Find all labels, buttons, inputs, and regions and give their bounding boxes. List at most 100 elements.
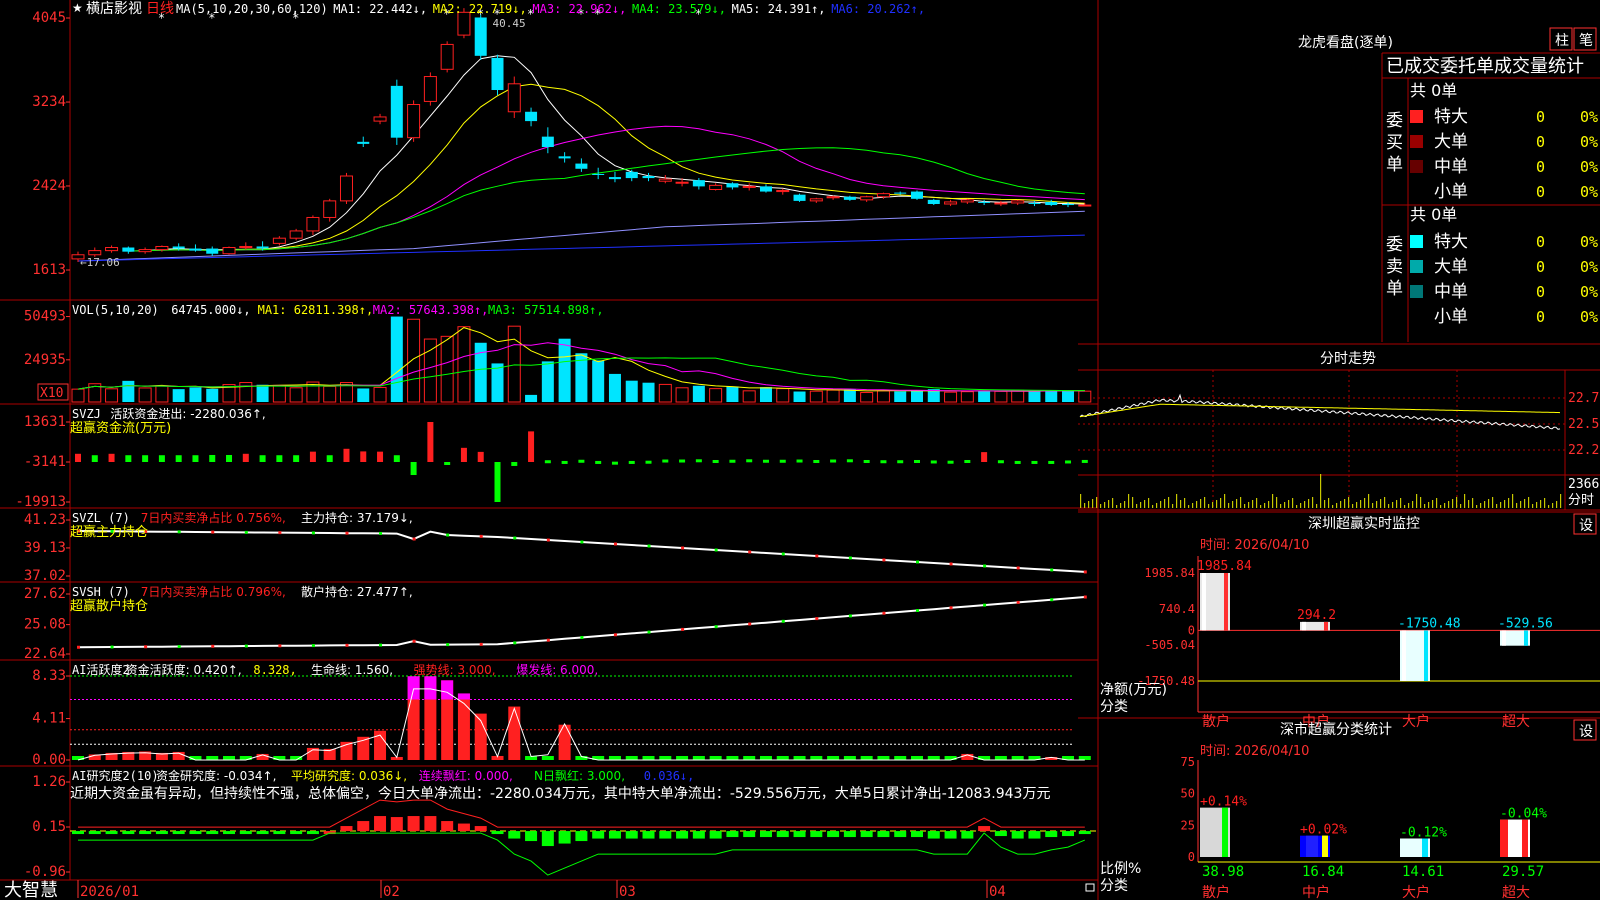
intraday-vol-bar <box>1512 494 1514 508</box>
intraday-vol-bar <box>1268 501 1270 508</box>
classify-bar-edge2 <box>1322 835 1328 857</box>
ai2-bar-neg <box>525 831 538 842</box>
ma-value: MA6: 20.262↑, <box>831 2 925 16</box>
svzj-bar-neg <box>209 454 216 462</box>
svzl-hold-tick <box>446 533 450 537</box>
ai2-bar-neg <box>843 831 856 838</box>
vol-bar-down <box>608 373 621 402</box>
svsh-hold-tick <box>1016 600 1020 604</box>
buy-row-name: 特大 <box>1434 107 1468 127</box>
intraday-vol-bar <box>1400 498 1402 508</box>
intraday-vol-bar <box>1288 500 1290 508</box>
ai2-bar-neg <box>256 831 269 835</box>
market-chart-canvas[interactable]: * * * * * * * * * *40.45←17.06★ 横店影视 日线 MA(5,10,20,3… <box>0 0 1600 900</box>
intraday-vol-bar <box>1472 498 1474 508</box>
candle-up <box>323 200 337 218</box>
vol-bar-up <box>457 326 471 403</box>
buy-row-name: 中单 <box>1434 157 1468 177</box>
classify-ylabel: 比例% <box>1100 861 1141 877</box>
candle-up <box>809 198 823 202</box>
sell-row-count: 0 <box>1536 308 1545 326</box>
candle-up <box>105 247 119 252</box>
intraday-vol-bar <box>1248 502 1250 508</box>
intraday-vol-bar <box>1424 504 1426 508</box>
vol-bar-up <box>742 390 756 403</box>
vol-bar-down <box>390 316 403 402</box>
vol-bar-down <box>558 338 571 402</box>
intraday-vol-bar <box>1524 499 1526 508</box>
vol-bar-up <box>826 389 840 403</box>
dragon-title: 龙虎看盘(逐单) <box>1298 34 1393 51</box>
svzl-hold-tick <box>1050 568 1054 572</box>
svsh-hold-tick <box>983 603 987 607</box>
vol-bar-up <box>658 383 672 403</box>
ai2-bar-neg <box>1028 831 1041 839</box>
star-icon: ★ <box>72 1 83 15</box>
candle-up <box>407 104 421 139</box>
intraday-vol-bar <box>1280 504 1282 508</box>
sell-row-swatch <box>1410 235 1423 248</box>
intraday-vol-bar <box>1464 494 1466 508</box>
svzj-bar-pos <box>981 452 988 462</box>
intraday-vol-bar <box>1360 500 1362 508</box>
ma-value: MA2: 22.719↓, <box>433 2 527 16</box>
vol-bar-up <box>272 384 286 403</box>
ai2-bar-neg <box>1011 831 1024 839</box>
ai2-header-item: 0.036↓, <box>644 769 695 783</box>
intraday-vol-bar <box>1232 501 1234 508</box>
vol-bar-up <box>1011 389 1025 403</box>
vol-bar-up <box>155 385 169 403</box>
ai2-bar-neg <box>139 831 152 835</box>
intraday-vol-bar <box>1548 505 1550 508</box>
tab-column-label: 柱 <box>1555 33 1569 49</box>
svzj-bar-neg <box>695 459 702 463</box>
buy-row-pct: 0% <box>1580 183 1598 201</box>
candle-down <box>575 163 588 169</box>
buy-side-label: 单 <box>1386 155 1403 175</box>
intraday-vol-bar <box>1452 499 1454 508</box>
classify-tick: 0 <box>1188 850 1195 864</box>
svsh-hold-tick <box>144 645 148 649</box>
intraday-vol-bar <box>1356 502 1358 508</box>
candle-up <box>222 247 236 255</box>
svzj-bar-neg <box>611 461 618 465</box>
intraday-vol-bar <box>1144 500 1146 508</box>
vol-bar-up <box>1078 390 1092 403</box>
candle-up <box>1011 200 1025 204</box>
intraday-vol-bar <box>1536 502 1538 508</box>
intraday-vol-bar <box>1164 499 1166 508</box>
intraday-vol-bar <box>1368 494 1370 508</box>
ai2-bar-neg <box>692 831 705 839</box>
ai2-tick: 0.15 <box>32 819 66 835</box>
svzj-bar-neg <box>192 455 199 462</box>
svzj-bar-pos <box>477 451 484 462</box>
svsh-hold-tick <box>815 617 819 621</box>
vol-bar-down <box>122 380 135 402</box>
ai2-bar-neg <box>911 831 923 838</box>
candle-up <box>373 116 387 122</box>
ai1-tick: 0.00 <box>32 752 66 768</box>
svzl-hold-tick <box>1083 570 1087 574</box>
intraday-vol-bar <box>1236 499 1238 508</box>
svzj-bar-neg <box>511 462 518 466</box>
ai2-bar-neg <box>575 831 588 842</box>
intraday-vol-bar <box>1344 499 1346 508</box>
ai2-bar-neg <box>88 831 101 835</box>
classify-change: +0.02% <box>1300 823 1347 838</box>
price-tick: 1613 <box>32 262 66 278</box>
candle-down <box>541 136 554 148</box>
classify-category: 散户 <box>1202 884 1230 900</box>
svsh-hold-tick <box>681 627 685 631</box>
intraday-vol-bar <box>1228 503 1230 508</box>
vol-bar-down <box>1062 390 1075 402</box>
ai2-bar-pos <box>407 816 420 832</box>
buy-row-count: 0 <box>1536 108 1545 126</box>
intraday-vol-bar <box>1560 494 1562 508</box>
ai2-bar-neg <box>273 831 286 835</box>
svzj-tick: -3141 <box>24 454 66 470</box>
ai2-bar-pos <box>457 823 470 832</box>
svzj-bar-neg <box>679 459 686 463</box>
svsh-header-name: SVSH (7) <box>72 585 130 599</box>
sell-side-label: 卖 <box>1386 257 1403 277</box>
svzj-bar-neg <box>746 459 753 463</box>
